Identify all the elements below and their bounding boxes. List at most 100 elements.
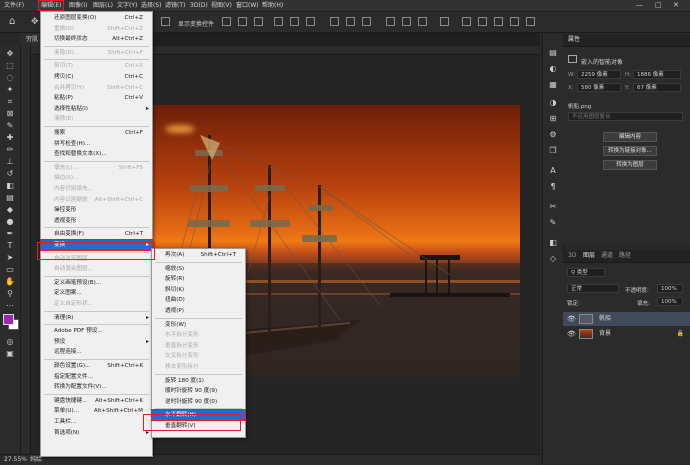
edit-menu-item-17[interactable]: 操控变形 xyxy=(41,205,152,215)
layer-kind-filter[interactable]: ⚲ 类型 xyxy=(567,268,605,277)
edit-menu-item-5[interactable]: 拷贝(C) Ctrl+C xyxy=(41,72,152,82)
edit-menu-item-32[interactable]: 转换为配置文件(V)... xyxy=(41,382,152,392)
eyedropper-icon[interactable]: ✎ xyxy=(4,120,16,131)
crop-tool-icon[interactable]: ⌗ xyxy=(4,96,16,107)
brush-tool-icon[interactable]: ✏ xyxy=(4,144,16,155)
transform-menu-item-1[interactable]: 缩放(S) xyxy=(152,264,245,274)
transform-menu-item-6[interactable]: 变形(W) xyxy=(152,320,245,330)
home-icon[interactable]: ⌂ xyxy=(9,17,15,27)
transform-menu-item-12[interactable]: 顺时针旋转 90 度(9) xyxy=(152,386,245,396)
align-left-icon[interactable] xyxy=(222,17,231,26)
transform-menu-item-2[interactable]: 旋转(R) xyxy=(152,274,245,284)
y-field[interactable]: 67 像素 xyxy=(633,83,681,92)
history-icon[interactable]: ▤ xyxy=(548,48,558,58)
distribute-icon-2[interactable] xyxy=(346,17,355,26)
align-middle-icon[interactable] xyxy=(290,17,299,26)
paragraph-icon[interactable]: ¶ xyxy=(548,182,558,192)
edit-menu-item-0[interactable]: 还原图层变换(O) Ctrl+Z xyxy=(41,13,152,23)
edit-menu-item-27[interactable]: Adobe PDF 预设... xyxy=(41,326,152,336)
menu-3d[interactable]: 3D(D) xyxy=(188,1,210,10)
menu-help[interactable]: 帮助(H) xyxy=(260,1,285,10)
align-center-icon[interactable] xyxy=(238,17,247,26)
eraser-tool-icon[interactable]: ◧ xyxy=(4,180,16,191)
history-brush-icon[interactable]: ↺ xyxy=(4,168,16,179)
pen-tool-icon[interactable]: ✒ xyxy=(4,228,16,239)
edit-menu-item-31[interactable]: 指定配置文件... xyxy=(41,372,152,382)
magic-wand-icon[interactable]: ✦ xyxy=(4,84,16,95)
show-transform-controls[interactable]: 显示变换控件 xyxy=(178,19,214,28)
distribute-icon-6[interactable] xyxy=(418,17,427,26)
edit-menu-item-26[interactable]: 清理(R) ▸ xyxy=(41,313,152,323)
gradient-tool-icon[interactable]: ▤ xyxy=(4,192,16,203)
transform-menu-item-13[interactable]: 逆时针旋转 90 度(0) xyxy=(152,397,245,407)
edit-menu-item-35[interactable]: 工具栏... xyxy=(41,417,152,427)
more-tools-icon[interactable]: ⋯ xyxy=(4,300,16,311)
menu-type[interactable]: 文字(Y) xyxy=(115,1,139,10)
layers-icon[interactable]: ❐ xyxy=(548,146,558,156)
lasso-tool-icon[interactable]: ◌ xyxy=(4,72,16,83)
edit-menu-item-7[interactable]: 粘贴(P) Ctrl+V xyxy=(41,93,152,103)
edit-contents-button[interactable]: 编辑内容 xyxy=(603,132,657,142)
fill-field[interactable]: 100% xyxy=(657,297,683,306)
stamp-tool-icon[interactable]: ⊥ xyxy=(4,156,16,167)
3d-pan-icon[interactable] xyxy=(494,17,503,26)
edit-menu-item-28[interactable]: 预设 ▸ xyxy=(41,337,152,347)
edit-menu-item-2[interactable]: 切换最终状态 Alt+Ctrl+Z xyxy=(41,34,152,44)
minimize-button[interactable]: — xyxy=(636,1,643,10)
menu-view[interactable]: 视图(V) xyxy=(209,1,234,10)
align-right-icon[interactable] xyxy=(254,17,263,26)
dodge-tool-icon[interactable]: ● xyxy=(4,216,16,227)
transform-controls-checkbox[interactable] xyxy=(161,17,170,26)
edit-menu-item-33[interactable]: 键盘快捷键... Alt+Shift+Ctrl+K xyxy=(41,396,152,406)
height-field[interactable]: 1886 像素 xyxy=(633,70,681,79)
distribute-icon[interactable] xyxy=(330,17,339,26)
libraries-icon[interactable]: ⊞ xyxy=(548,114,558,124)
edit-menu-item-29[interactable]: 远程连接... xyxy=(41,347,152,357)
transform-menu-item-3[interactable]: 斜切(K) xyxy=(152,285,245,295)
zoom-tool-icon[interactable]: ⚲ xyxy=(4,288,16,299)
menu-file[interactable]: 文件(F) xyxy=(2,1,26,10)
align-top-icon[interactable] xyxy=(274,17,283,26)
foreground-color-swatch[interactable] xyxy=(3,314,14,325)
3d-slide-icon[interactable] xyxy=(510,17,519,26)
transform-menu-item-0[interactable]: 再次(A) Shift+Ctrl+T xyxy=(152,250,245,260)
healing-brush-icon[interactable]: ✚ xyxy=(4,132,16,143)
layer-name[interactable]: 帆船 xyxy=(599,312,611,326)
edit-menu-item-18[interactable]: 透视变形 xyxy=(41,216,152,226)
menu-filter[interactable]: 滤镜(T) xyxy=(163,1,187,10)
hand-tool-icon[interactable]: ✋ xyxy=(4,276,16,287)
width-field[interactable]: 2259 像素 xyxy=(577,70,621,79)
convert-to-linked-button[interactable]: 转换为链接对象... xyxy=(603,146,657,156)
layer-row-ship[interactable]: 👁 帆船 xyxy=(563,312,690,326)
color-icon[interactable]: ◐ xyxy=(548,64,558,74)
paths-icon[interactable]: ◇ xyxy=(548,254,558,264)
visibility-eye-icon[interactable]: 👁 xyxy=(567,327,576,341)
tab-layers[interactable]: 图层 xyxy=(583,250,595,262)
move-tool-icon[interactable]: ✥ xyxy=(4,48,16,59)
distribute-icon-3[interactable] xyxy=(362,17,371,26)
tool-presets-icon[interactable]: ✂ xyxy=(548,202,558,212)
3d-scale-icon[interactable] xyxy=(526,17,535,26)
adjustments-icon[interactable]: ◑ xyxy=(548,98,558,108)
path-select-icon[interactable]: ➤ xyxy=(4,252,16,263)
opacity-field[interactable]: 100% xyxy=(657,284,683,293)
character-icon[interactable]: A xyxy=(548,166,558,176)
edit-menu-item-12[interactable]: 查找和替换文本(X)... xyxy=(41,149,152,159)
blend-mode-select[interactable]: 正常 xyxy=(567,284,619,293)
x-field[interactable]: 580 像素 xyxy=(577,83,621,92)
tab-channels[interactable]: 通道 xyxy=(601,250,613,262)
more-options-icon[interactable] xyxy=(440,17,449,26)
type-tool-icon[interactable]: T xyxy=(4,240,16,251)
blur-tool-icon[interactable]: ◆ xyxy=(4,204,16,215)
edit-menu-item-23[interactable]: 定义画笔预设(B)... xyxy=(41,278,152,288)
3d-mode-icon[interactable] xyxy=(462,17,471,26)
transform-menu-item-14[interactable]: 水平翻转(H) xyxy=(151,409,246,422)
3d-rotate-icon[interactable] xyxy=(478,17,487,26)
menu-edit[interactable]: 编辑(E) xyxy=(37,0,65,11)
distribute-icon-4[interactable] xyxy=(386,17,395,26)
edit-menu-item-10[interactable]: 搜索 Ctrl+F xyxy=(41,128,152,138)
shape-tool-icon[interactable]: ▭ xyxy=(4,264,16,275)
edit-menu-item-19[interactable]: 自由变换(F) Ctrl+T xyxy=(41,229,152,239)
edit-menu-item-24[interactable]: 定义图案... xyxy=(41,288,152,298)
transform-menu-item-11[interactable]: 旋转 180 度(1) xyxy=(152,376,245,386)
